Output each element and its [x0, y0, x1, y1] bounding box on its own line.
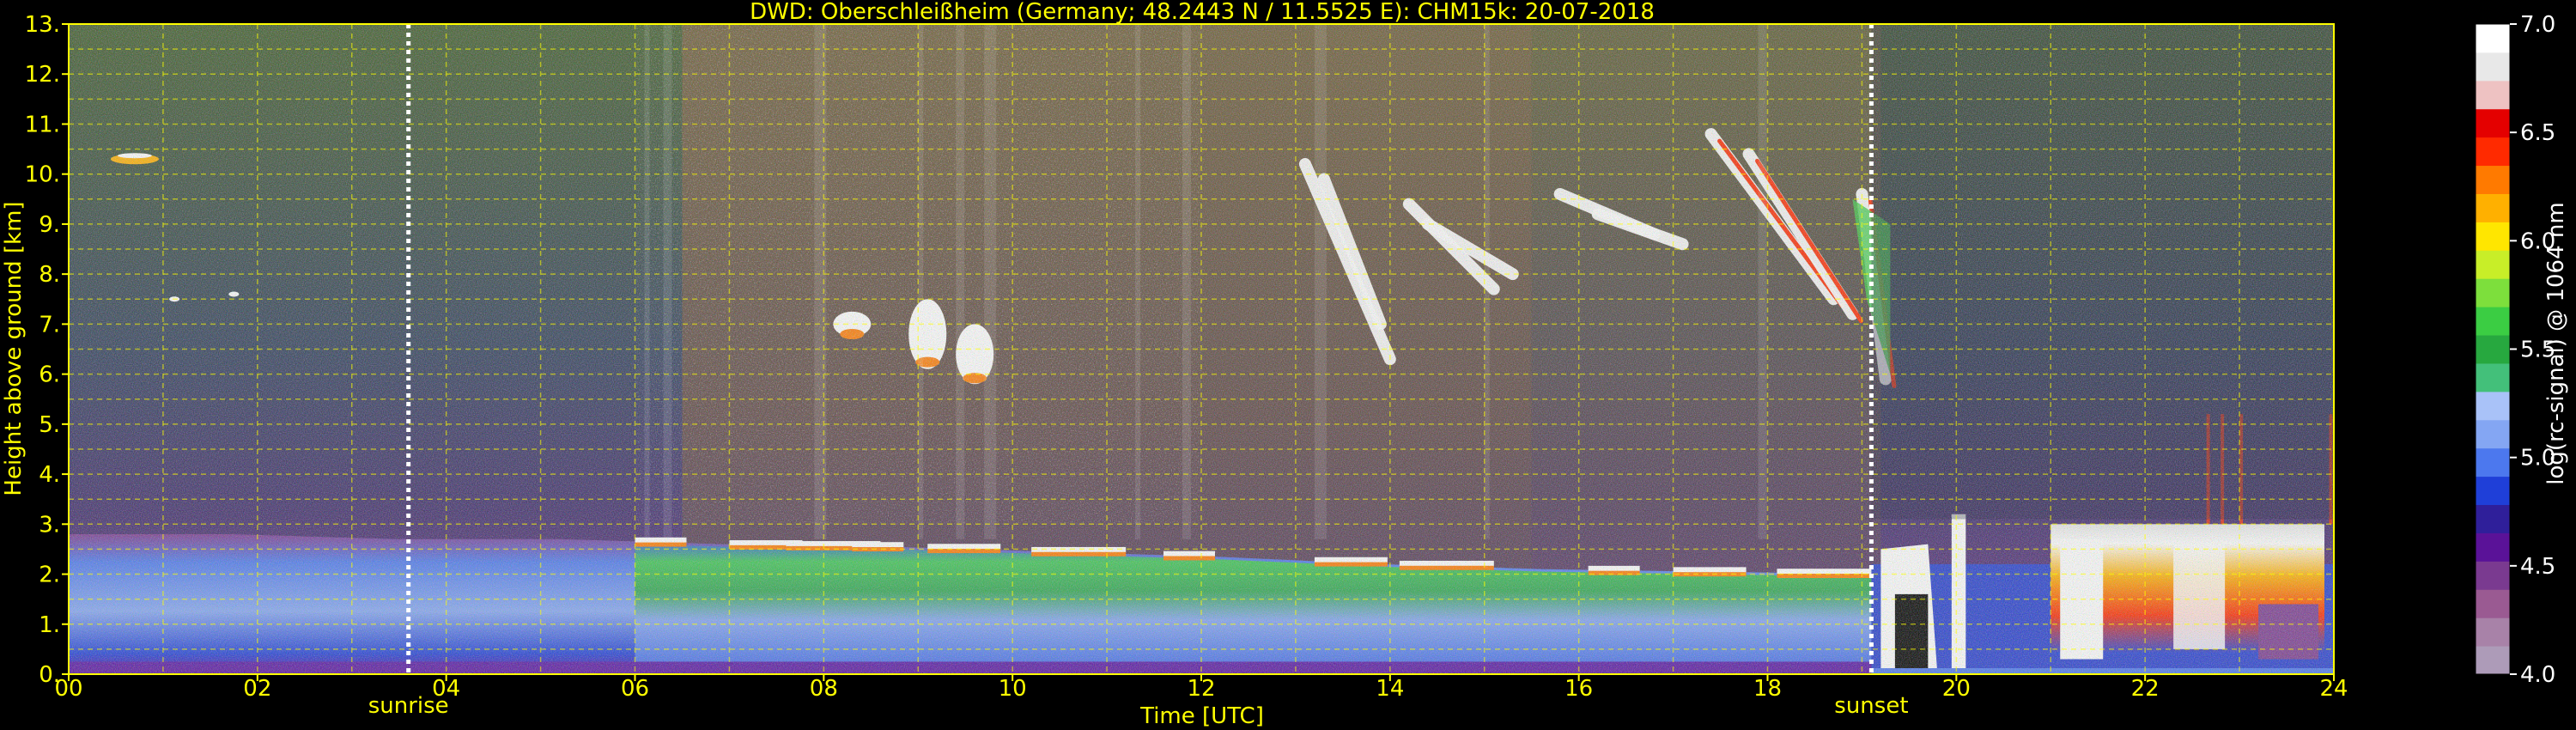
colorbar-segment — [2476, 504, 2510, 533]
colorbar-tick-label: 6.5 — [2520, 120, 2555, 146]
x-tick-label: 22 — [2131, 676, 2160, 702]
colorbar-segment — [2476, 222, 2510, 251]
y-tick-label: 3. — [39, 512, 60, 538]
y-tick-label: 12. — [25, 62, 60, 88]
colorbar-tick-label: 7.0 — [2520, 12, 2555, 38]
x-tick-label: 16 — [1564, 676, 1593, 702]
y-axis-label: Height above ground [km] — [1, 201, 27, 496]
x-tick-label: 02 — [243, 676, 271, 702]
x-tick-label: 12 — [1187, 676, 1215, 702]
colorbar-segment — [2476, 24, 2510, 53]
colorbar-segment — [2476, 278, 2510, 307]
colorbar-segment — [2476, 391, 2510, 421]
y-tick-label: 6. — [39, 362, 60, 388]
y-tick-label: 10. — [25, 162, 60, 188]
colorbar-segment — [2476, 476, 2510, 506]
x-tick-label: 10 — [999, 676, 1027, 702]
y-tick-label: 8. — [39, 262, 60, 288]
x-tick-label: 04 — [432, 676, 460, 702]
sunset-label: sunset — [1834, 693, 1908, 719]
chart-title: DWD: Oberschleißheim (Germany; 48.2443 N… — [750, 0, 1655, 25]
colorbar-segment — [2476, 137, 2510, 167]
colorbar-segment — [2476, 307, 2510, 336]
x-tick-label: 06 — [621, 676, 649, 702]
colorbar-segment — [2476, 447, 2510, 478]
ceilometer-chart: DWD: Oberschleißheim (Germany; 48.2443 N… — [1, 0, 2569, 729]
colorbar-segment — [2476, 52, 2510, 82]
colorbar-segment — [2476, 589, 2510, 618]
y-tick-label: 13. — [25, 12, 60, 38]
x-tick-label: 14 — [1376, 676, 1404, 702]
x-tick-label: 20 — [1942, 676, 1971, 702]
colorbar-segment — [2476, 362, 2510, 392]
y-tick-label: 2. — [39, 563, 60, 588]
x-tick-label: 08 — [810, 676, 838, 702]
colorbar-segment — [2476, 250, 2510, 279]
y-tick-label: 1. — [39, 612, 60, 638]
colorbar-tick-label: 4.5 — [2520, 554, 2555, 580]
colorbar-tick-label: 4.0 — [2520, 662, 2555, 688]
y-tick-label: 7. — [39, 312, 60, 338]
colorbar-segment — [2476, 617, 2510, 647]
colorbar-segment — [2476, 561, 2510, 590]
x-tick-label: 24 — [2319, 676, 2348, 702]
colorbar-segment — [2476, 165, 2510, 194]
colorbar-segment — [2476, 80, 2510, 110]
y-tick-label: 11. — [25, 112, 60, 137]
y-tick-label: 4. — [39, 462, 60, 488]
colorbar-segment — [2476, 108, 2510, 138]
colorbar-segment — [2476, 335, 2510, 364]
colorbar-segment — [2476, 532, 2510, 562]
colorbar-label: log(rc-signal) @ 1064 nm — [2543, 202, 2569, 484]
x-tick-label: 18 — [1753, 676, 1782, 702]
y-tick-label: 9. — [39, 212, 60, 238]
colorbar-segment — [2476, 419, 2510, 449]
y-tick-label: 0. — [39, 662, 60, 688]
colorbar-segment — [2476, 646, 2510, 675]
colorbar-segment — [2476, 193, 2510, 222]
x-axis-label: Time [UTC] — [1139, 703, 1264, 729]
y-tick-label: 5. — [39, 412, 60, 438]
